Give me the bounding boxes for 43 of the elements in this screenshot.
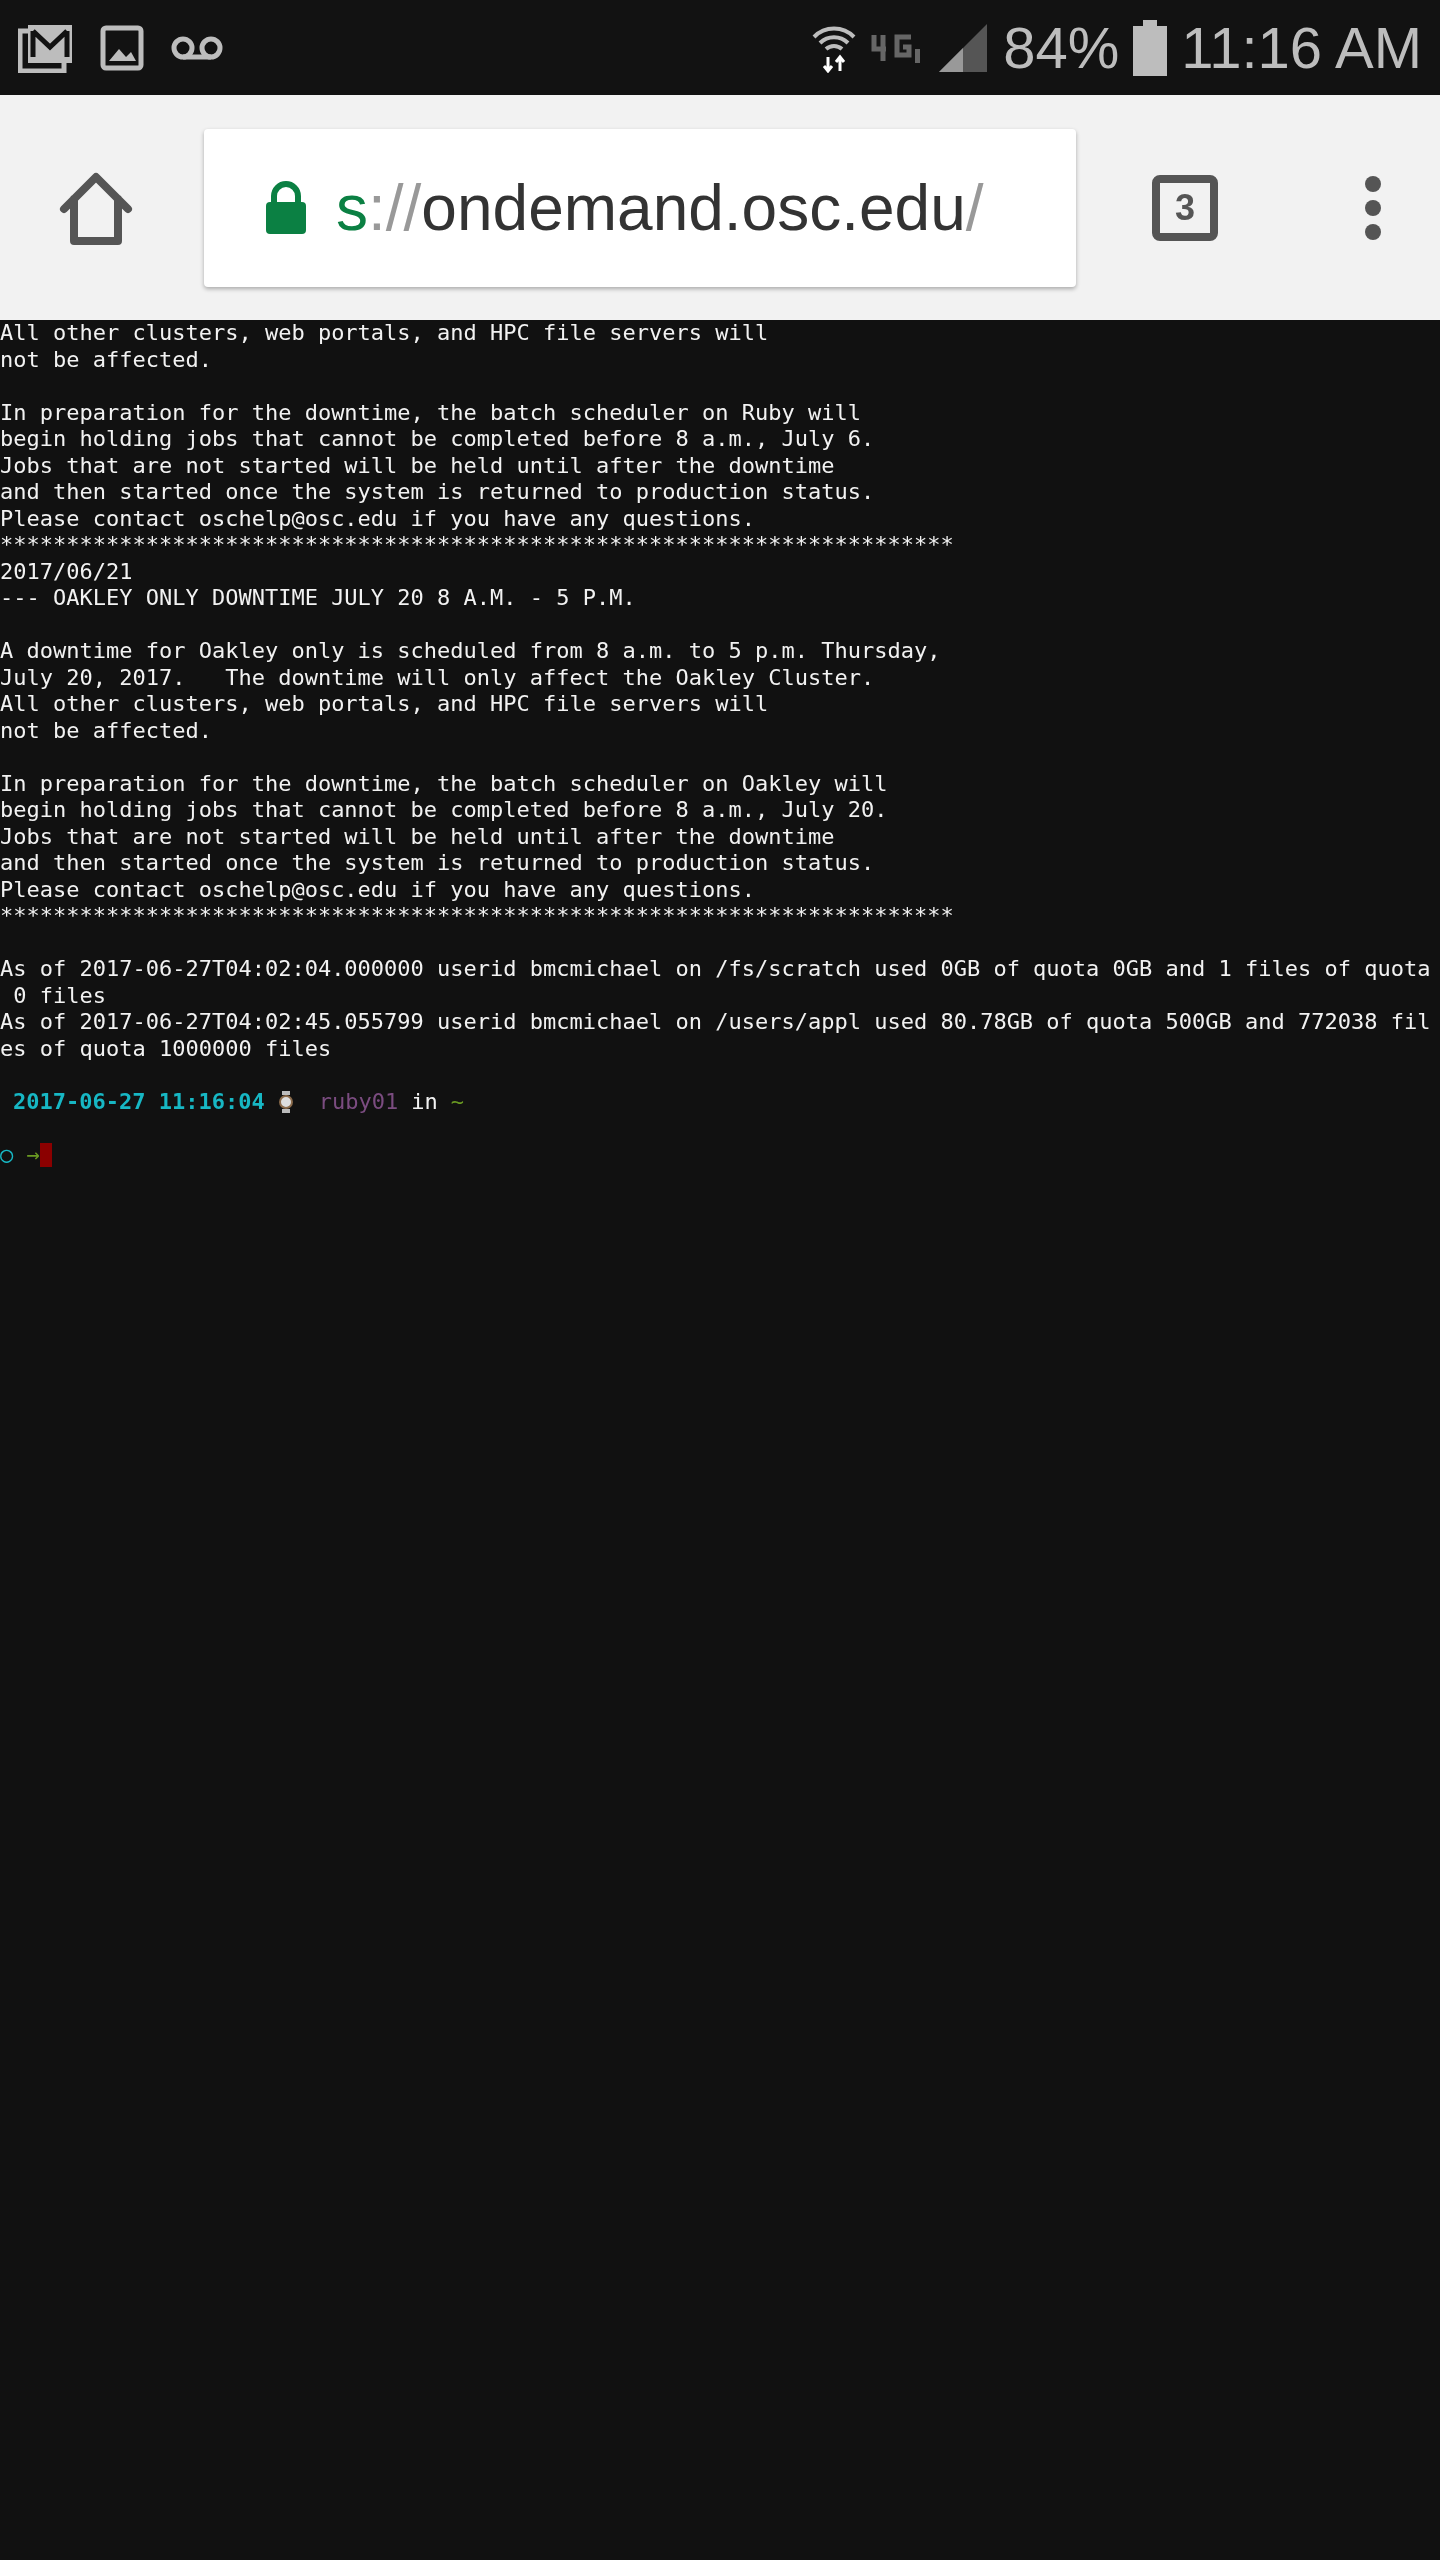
terminal-line: A downtime for Oakley only is scheduled from 8 a.m. to 5 p.m. Thursday, bbox=[0, 638, 942, 665]
terminal-line: All other clusters, web portals, and HPC file servers will bbox=[0, 320, 770, 347]
prompt-text: in bbox=[411, 1088, 438, 1115]
terminal-line: and then started once the system is returned to production status. bbox=[0, 850, 876, 877]
terminal-line: --- OAKLEY ONLY DOWNTIME JULY 20 8 A.M. - 5 P.M. bbox=[0, 585, 637, 612]
terminal-line: ************************************************************************ bbox=[0, 532, 955, 559]
terminal-line: All other clusters, web portals, and HPC file servers will bbox=[0, 691, 770, 718]
clock-time: 11:16 AM bbox=[1181, 18, 1422, 77]
terminal-line: begin holding jobs that cannot be completed before 8 a.m., July 6. bbox=[0, 426, 876, 453]
address-bar[interactable]: s://ondemand.osc.edu/ bbox=[204, 128, 1076, 287]
terminal-line: es of quota 1000000 files bbox=[0, 1035, 333, 1062]
terminal-line: ************************************************************************ bbox=[0, 903, 955, 930]
prompt-status-mark: ○ bbox=[0, 1141, 14, 1168]
terminal-line: and then started once the system is returned to production status. bbox=[0, 479, 876, 506]
prompt-arrow: → bbox=[26, 1141, 40, 1168]
terminal-line: Please contact oschelp@osc.edu if you have any questions. bbox=[0, 505, 756, 532]
battery-icon bbox=[1133, 19, 1168, 76]
terminal-line: Jobs that are not started will be held until after the downtime bbox=[0, 823, 836, 850]
battery-percent: 84% bbox=[1003, 18, 1120, 77]
terminal-line: Please contact oschelp@osc.edu if you have any questions. bbox=[0, 876, 756, 903]
mail-icon bbox=[18, 22, 74, 73]
home-icon[interactable] bbox=[58, 170, 134, 245]
terminal-line: not be affected. bbox=[0, 717, 213, 744]
cursor bbox=[39, 1142, 52, 1167]
terminal-line: As of 2017-06-27T04:02:04.000000 userid bmcmichael on /fs/scratch used 0GB of quota 0GB and 1 files of quota bbox=[0, 956, 1432, 983]
terminal-line: In preparation for the downtime, the batch scheduler on Oakley will bbox=[0, 770, 889, 797]
voicemail-icon bbox=[170, 34, 224, 61]
prompt-timestamp: 2017-06-27 11:16:04 bbox=[13, 1088, 265, 1115]
menu-icon[interactable] bbox=[1363, 174, 1383, 241]
tab-count[interactable]: 3 bbox=[1152, 174, 1218, 241]
terminal-line: As of 2017-06-27T04:02:45.055799 userid bmcmichael on /users/appl used 80.78GB of quota 500GB and 772038 fil bbox=[0, 1009, 1432, 1036]
prompt-directory: ~ bbox=[450, 1088, 464, 1115]
prompt-host: ruby01 bbox=[318, 1088, 399, 1115]
terminal-line: July 20, 2017. The downtime will only affect the Oakley Cluster. bbox=[0, 664, 876, 691]
terminal-line: 2017/06/21 bbox=[0, 558, 134, 585]
terminal-line: 0 files bbox=[12, 982, 107, 1009]
url-text: s://ondemand.osc.edu/ bbox=[336, 170, 984, 245]
watch-icon bbox=[278, 1090, 293, 1113]
terminal-line: Jobs that are not started will be held until after the downtime bbox=[0, 452, 836, 479]
terminal-line: begin holding jobs that cannot be completed before 8 a.m., July 20. bbox=[0, 797, 889, 824]
terminal-line: In preparation for the downtime, the batch scheduler on Ruby will bbox=[0, 399, 862, 426]
image-icon bbox=[100, 24, 144, 71]
terminal-line: not be affected. bbox=[0, 346, 213, 373]
